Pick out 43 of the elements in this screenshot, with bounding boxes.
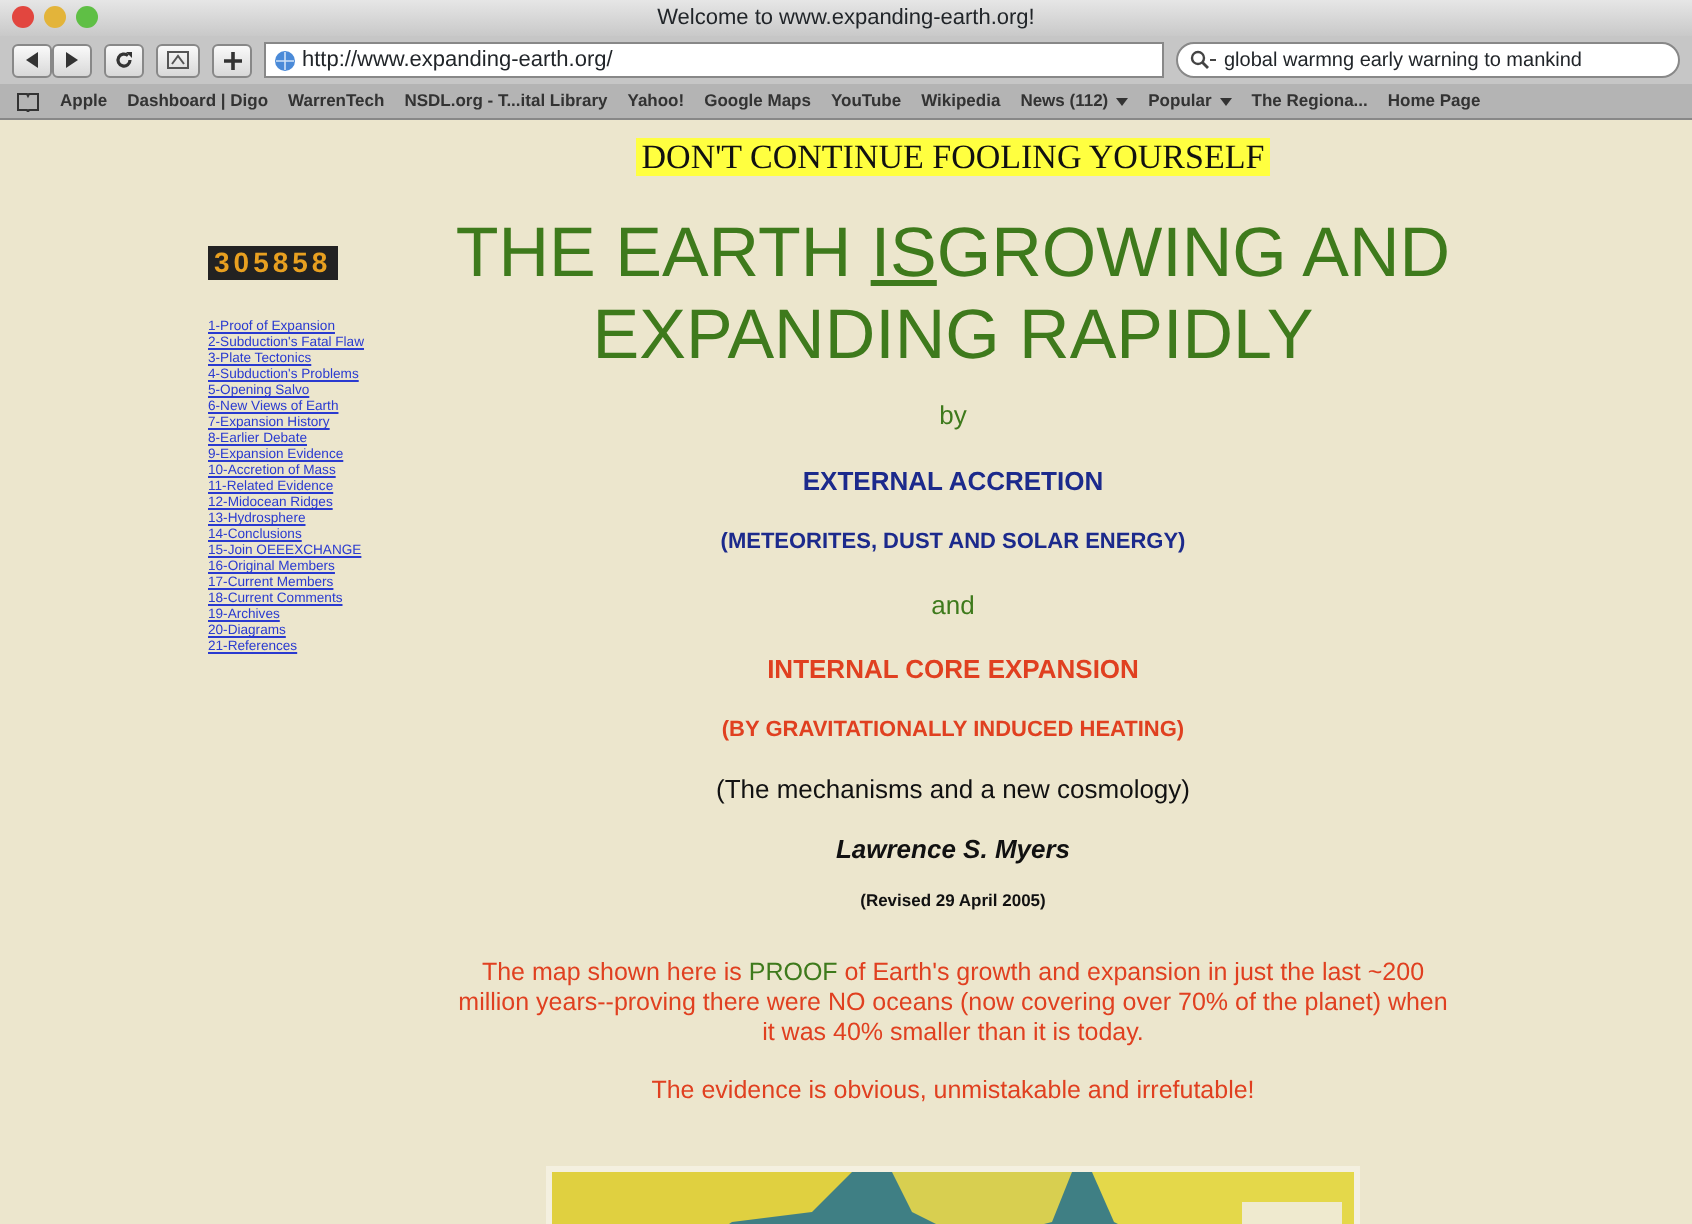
bookmark-link[interactable]: YouTube (830, 88, 902, 114)
evidence-text: The evidence is obvious, unmistakable and irrefutable! (651, 1073, 1255, 1108)
intro-paragraph: The map shown here is PROOF of Earth's growth and expansion in just the last ~200 million years--proving there were NO oceans (now covering over 70% of the planet) when it was 40% smaller than it is today. (456, 957, 1450, 1048)
bookmark-link[interactable]: Popular (1148, 88, 1232, 114)
bookmark-link[interactable]: Home Page (1387, 88, 1481, 114)
search-icon (1190, 50, 1218, 70)
back-button[interactable] (12, 43, 52, 77)
reload-icon (114, 50, 134, 70)
hit-counter: 305858 (208, 246, 338, 280)
bookmarks-icon[interactable] (16, 91, 40, 111)
bookmark-link[interactable]: The Regiona... (1251, 88, 1368, 114)
connector-text: and (931, 587, 975, 623)
subheading: (BY GRAVITATIONALLY INDUCED HEATING) (721, 715, 1185, 745)
subheading: (METEORITES, DUST AND SOLAR ENERGY) (720, 528, 1186, 558)
bookmark-link[interactable]: Yahoo! (627, 88, 685, 114)
window-title: Welcome to www.expanding-earth.org! (657, 6, 1035, 30)
bookmark-link[interactable]: Dashboard | Digo (127, 88, 269, 114)
bookmark-link[interactable]: NSDL.org - T...ital Library (404, 88, 608, 114)
subheading: INTERNAL CORE EXPANSION (767, 652, 1139, 688)
forward-button[interactable] (52, 43, 92, 77)
revision-date: (Revised 29 April 2005) (860, 888, 1046, 914)
bookmark-link[interactable]: News (112) (1020, 88, 1129, 114)
author-name: Lawrence S. Myers (835, 831, 1071, 868)
subheading: EXTERNAL ACCRETION (802, 463, 1104, 499)
add-bookmark-button[interactable] (212, 43, 252, 77)
bookmark-link[interactable]: Apple (60, 88, 108, 114)
snapback-button[interactable] (156, 43, 200, 77)
headline: THE EARTH ISGROWING AND EXPANDING RAPIDLY (453, 212, 1453, 376)
window-icon (166, 50, 190, 70)
back-icon (24, 52, 40, 68)
subtitle: (The mechanisms and a new cosmology) (716, 772, 1190, 808)
forward-icon (64, 52, 80, 68)
address-field[interactable]: http://www.expanding-earth.org/ (264, 42, 1164, 78)
bookmark-link[interactable]: Google Maps (704, 88, 811, 114)
globe-icon (274, 49, 296, 71)
reload-button[interactable] (104, 43, 144, 77)
tagline: DON'T CONTINUE FOOLING YOURSELF (635, 138, 1271, 176)
close-button[interactable] (12, 6, 34, 28)
connector-text: by (939, 398, 967, 434)
bookmark-link[interactable]: Wikipedia (921, 88, 1001, 114)
bookmark-link[interactable]: WarrenTech (288, 88, 385, 114)
search-field[interactable]: global warmng early warning to mankind (1176, 42, 1680, 78)
plus-icon (223, 51, 241, 69)
